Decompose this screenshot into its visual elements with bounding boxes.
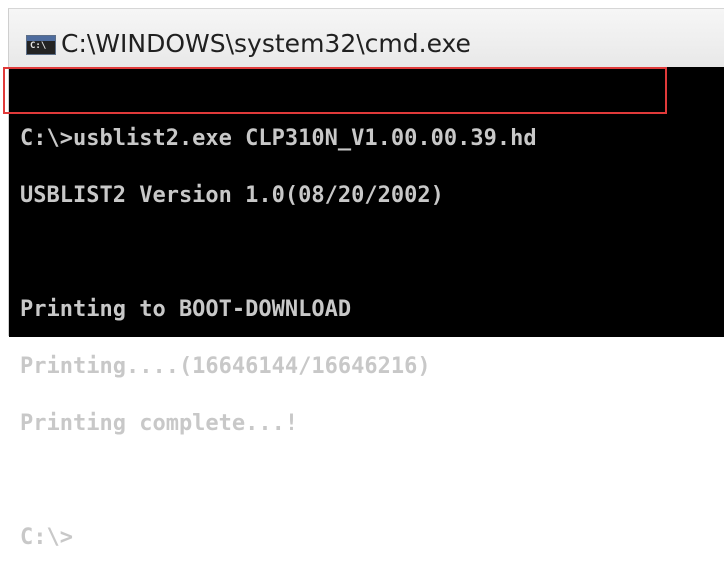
console-output: C:\>usblist2.exe CLP310N_V1.00.00.39.hd … — [20, 91, 537, 585]
console-line: USBLIST2 Version 1.0(08/20/2002) — [20, 183, 444, 208]
cmd-icon-glyph: C:\ — [30, 41, 47, 51]
window-title: C:\WINDOWS\system32\cmd.exe — [61, 29, 471, 58]
cmd-window: C:\ C:\WINDOWS\system32\cmd.exe C:\>usbl… — [8, 8, 724, 549]
console-line: Printing to BOOT-DOWNLOAD — [20, 297, 352, 322]
highlight-annotation-box — [3, 67, 667, 114]
console-line: C:\>usblist2.exe CLP310N_V1.00.00.39.hd — [20, 126, 537, 151]
console-line: Printing....(16646144/16646216) — [20, 354, 431, 379]
title-bar[interactable]: C:\ C:\WINDOWS\system32\cmd.exe — [9, 9, 724, 67]
console-line: Printing complete...! — [20, 411, 299, 436]
cmd-icon[interactable]: C:\ — [26, 35, 56, 55]
command-prompt: C:\> — [20, 525, 73, 550]
